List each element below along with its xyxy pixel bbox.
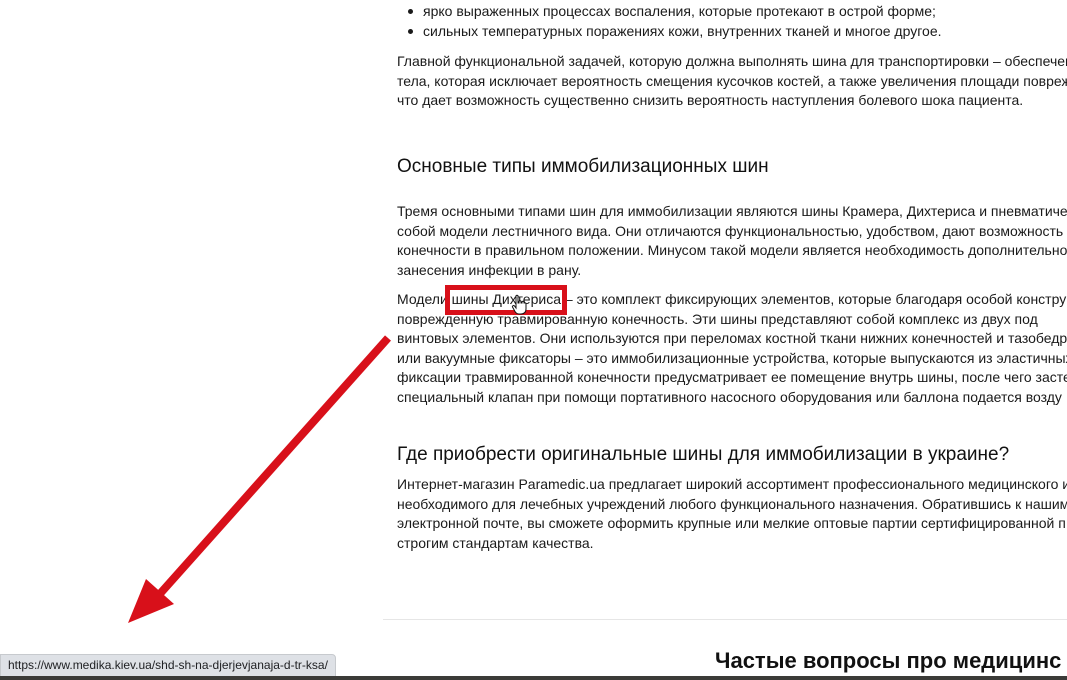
types-paragraph: Тремя основными типами шин для иммобилиз…	[397, 203, 1067, 278]
intro-paragraph: Главной функциональной задачей, которую …	[397, 53, 1067, 108]
taskbar-strip	[0, 676, 1067, 680]
buy-paragraph: Интернет-магазин Paramedic.ua предлагает…	[397, 476, 1067, 551]
condition-list: ярко выраженных процессах воспаления, ко…	[397, 1, 942, 41]
heading-splint-types: Основные типы иммобилизационных шин	[397, 156, 769, 177]
section-divider	[383, 619, 1067, 620]
list-item: сильных температурных поражениях кожи, в…	[397, 21, 942, 41]
heading-where-to-buy: Где приобрести оригинальные шины для имм…	[397, 444, 1010, 465]
list-item: ярко выраженных процессах воспаления, ко…	[397, 1, 942, 21]
annotation-highlight-box	[445, 285, 567, 315]
faq-heading: Частые вопросы про медицинс	[715, 648, 1062, 673]
hand-pointer-icon	[511, 294, 527, 315]
link-status-url: https://www.medika.kiev.ua/shd-sh-na-dje…	[0, 654, 336, 678]
